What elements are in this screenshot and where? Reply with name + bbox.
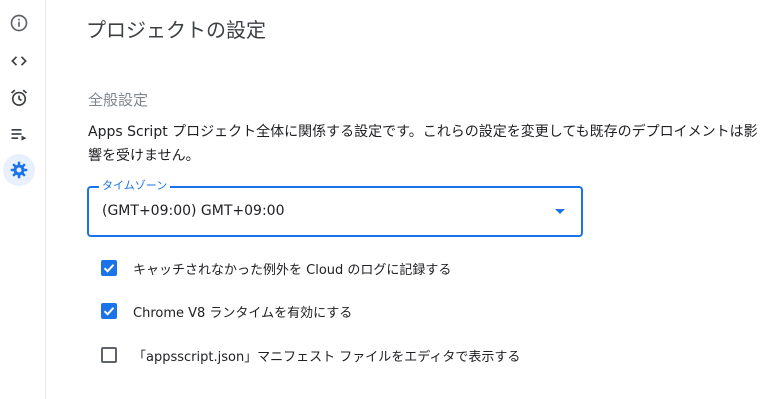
settings-nav-button[interactable] [3, 154, 35, 186]
info-icon [10, 14, 28, 32]
option-log-exceptions[interactable]: キャッチされなかった例外を Cloud のログに記録する [101, 258, 451, 278]
show-manifest-checkbox[interactable] [101, 347, 117, 363]
alarm-icon [10, 89, 28, 106]
project-settings-page: プロジェクトの設定 全般設定 Apps Script プロジェクト全体に関係する… [0, 0, 768, 399]
option-v8-runtime[interactable]: Chrome V8 ランタイムを有効にする [101, 301, 352, 321]
timezone-value: (GMT+09:00) GMT+09:00 [102, 203, 285, 219]
v8-runtime-checkbox[interactable] [101, 303, 117, 319]
executions-icon [11, 129, 27, 141]
left-nav-rail [0, 0, 46, 399]
timezone-label: タイムゾーン [99, 179, 171, 193]
log-exceptions-label: キャッチされなかった例外を Cloud のログに記録する [133, 262, 452, 278]
code-icon [11, 56, 27, 66]
checkmark-icon [103, 264, 115, 273]
gear-icon [10, 161, 28, 179]
overview-nav-button[interactable] [3, 7, 35, 39]
option-show-manifest[interactable]: 「appsscript.json」マニフェスト ファイルをエディタで表示する [101, 345, 520, 365]
page-title: プロジェクトの設定 [86, 18, 266, 42]
checkmark-icon [103, 307, 115, 316]
log-exceptions-checkbox[interactable] [101, 260, 117, 276]
general-description: Apps Script プロジェクト全体に関係する設定です。これらの設定を変更し… [88, 124, 758, 164]
executions-nav-button[interactable] [3, 118, 35, 150]
show-manifest-label: 「appsscript.json」マニフェスト ファイルをエディタで表示する [133, 349, 521, 365]
v8-runtime-label: Chrome V8 ランタイムを有効にする [133, 305, 353, 321]
timezone-select[interactable]: タイムゾーン (GMT+09:00) GMT+09:00 [87, 179, 583, 237]
editor-nav-button[interactable] [3, 45, 35, 77]
section-title-general: 全般設定 [88, 91, 149, 109]
triggers-nav-button[interactable] [3, 82, 35, 114]
dropdown-arrow-icon [555, 209, 565, 214]
